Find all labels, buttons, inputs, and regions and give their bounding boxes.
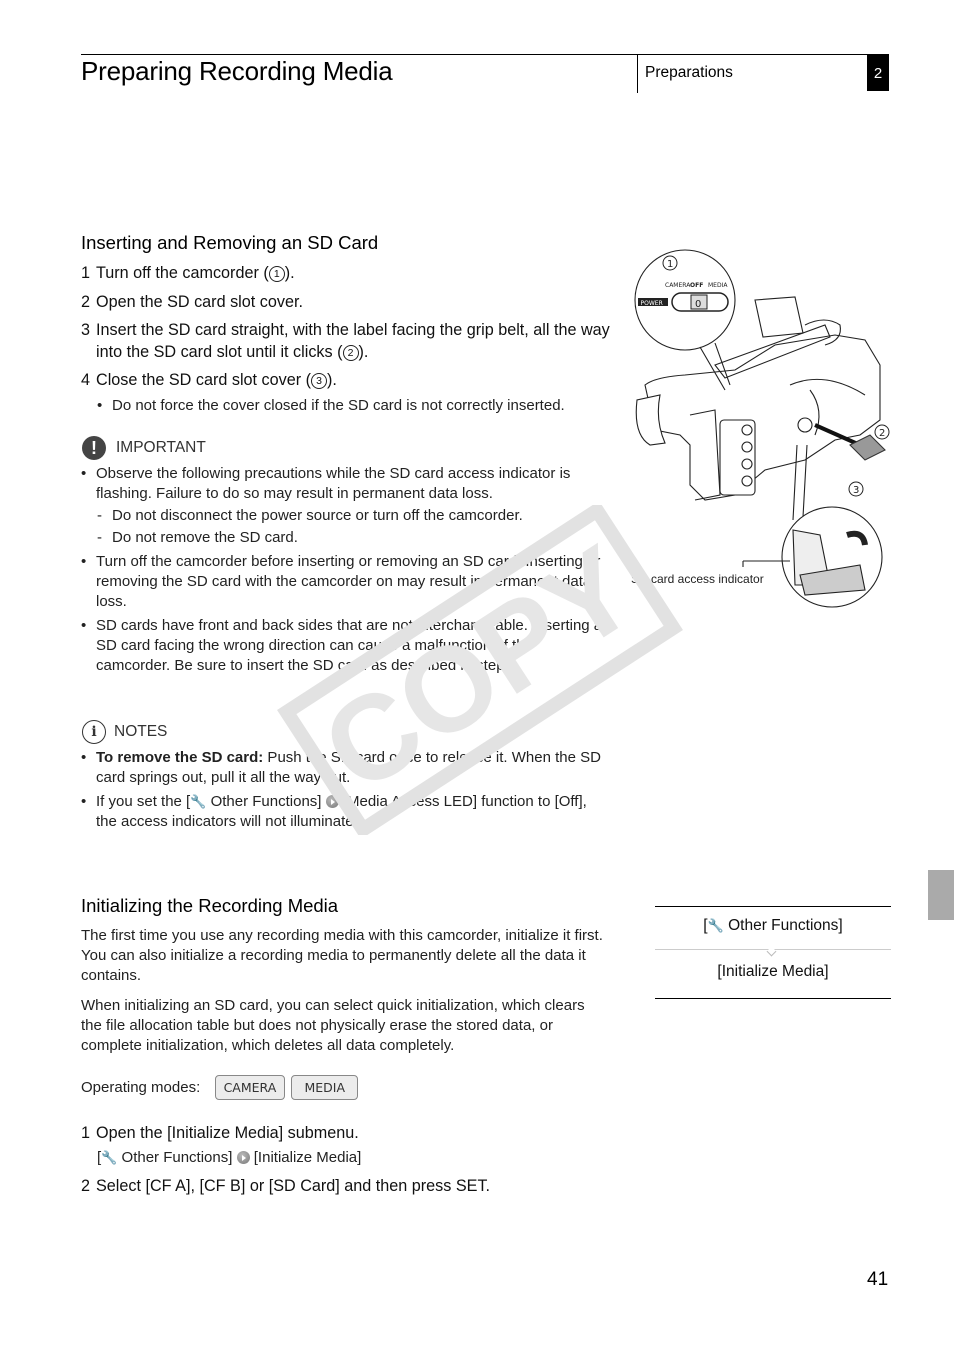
exclamation-icon: ! — [82, 436, 106, 460]
notes-header: i NOTES — [82, 720, 167, 744]
sd-step-3: 3 Insert the SD card straight, with the … — [81, 319, 611, 363]
page-number: 41 — [867, 1269, 889, 1290]
arrow-right-icon — [325, 795, 339, 808]
callout-1: 1 — [667, 259, 673, 270]
step-text-end: ). — [327, 371, 337, 389]
camcorder-illustration: POWER 0 CAMERA OFF MEDIA 1 2 3 — [634, 249, 890, 608]
menu-ref: Other Functions] — [117, 1149, 233, 1166]
callout-2: 2 — [879, 428, 885, 439]
operating-modes: Operating modes: CAMERA MEDIA — [81, 1075, 360, 1100]
step4-notes: Do not force the cover closed if the SD … — [97, 396, 617, 416]
step-text-end: ). — [358, 343, 369, 361]
step-number: 1 — [81, 1124, 91, 1142]
switch-label-off: OFF — [690, 282, 703, 289]
important-item: SD cards have front and back sides that … — [81, 616, 611, 676]
switch-label-media: MEDIA — [708, 282, 728, 289]
header-divider — [637, 55, 638, 93]
init-paragraph-2: When initializing an SD card, you can se… — [81, 997, 585, 1054]
chapter-number-badge: 2 — [867, 55, 889, 91]
note-bold-lead: To remove the SD card: — [96, 749, 264, 766]
callout-ref-1: 1 — [268, 266, 285, 282]
access-indicator-label: SD card access indicator — [631, 572, 764, 586]
step-text: Turn off the camcorder ( — [96, 264, 269, 282]
step-text: Select [CF A], [CF B] or [SD Card] and t… — [96, 1177, 491, 1195]
step-number: 4 — [81, 371, 91, 389]
mode-badge-camera: CAMERA — [214, 1075, 286, 1100]
note-item: To remove the SD card: Push the SD card … — [81, 748, 611, 788]
callout-ref-2: 2 — [342, 345, 359, 361]
init-step-1-path: [🔧 Other Functions] [Initialize Media] — [97, 1148, 361, 1168]
operating-modes-label: Operating modes: — [81, 1079, 201, 1096]
init-step-2: 2 Select [CF A], [CF B] or [SD Card] and… — [81, 1175, 611, 1197]
step-text: Open the SD card slot cover. — [96, 293, 303, 311]
important-label: IMPORTANT — [116, 439, 206, 456]
important-item-text: Observe the following precautions while … — [96, 465, 571, 502]
step-number: 1 — [81, 264, 91, 282]
important-item: Observe the following precautions while … — [81, 464, 611, 504]
mode-badge-media: MEDIA — [291, 1075, 358, 1100]
header-rule — [81, 54, 889, 55]
notes-label: NOTES — [114, 723, 168, 740]
menu-level-1-text: Other Functions] — [723, 917, 843, 934]
notes-list: To remove the SD card: Push the SD card … — [81, 748, 611, 832]
important-list: Observe the following precautions while … — [81, 464, 611, 676]
note-item: If you set the [🔧 Other Functions] [Medi… — [81, 792, 611, 832]
menu-ref: Other Functions] — [206, 793, 322, 810]
init-section-heading: Initializing the Recording Media — [81, 895, 339, 916]
note-text: If you set the [ — [96, 793, 191, 810]
step-number: 3 — [81, 321, 91, 339]
menu-path-level-2: [Initialize Media] — [717, 963, 829, 980]
arrow-right-icon — [236, 1151, 250, 1164]
menu-ref: [Initialize Media] — [249, 1149, 362, 1166]
wrench-icon: 🔧 — [707, 918, 724, 933]
sd-step-4: 4 Close the SD card slot cover (3). — [81, 369, 611, 391]
sd-step-2: 2 Open the SD card slot cover. — [81, 291, 611, 313]
init-paragraph-1: The first time you use any recording med… — [81, 927, 603, 984]
important-subitem: Do not remove the SD card. — [81, 528, 611, 548]
step-text: Close the SD card slot cover ( — [96, 371, 312, 389]
chapter-side-tab — [928, 870, 954, 920]
wrench-icon: 🔧 — [190, 794, 207, 809]
step-text: Open the [Initialize Media] submenu. — [96, 1124, 359, 1142]
power-label: POWER — [641, 300, 663, 307]
switch-label-camera: CAMERA — [665, 282, 691, 289]
switch-position: 0 — [695, 299, 701, 310]
wrench-icon: 🔧 — [101, 1150, 118, 1165]
step-number: 2 — [81, 1177, 91, 1195]
sd-step-1: 1 Turn off the camcorder (1). — [81, 262, 611, 284]
sd-section-heading: Inserting and Removing an SD Card — [81, 232, 379, 253]
step4-note: Do not force the cover closed if the SD … — [97, 396, 617, 416]
important-header: ! IMPORTANT — [82, 436, 206, 460]
info-icon: i — [82, 720, 106, 744]
important-item: Turn off the camcorder before inserting … — [81, 552, 611, 612]
init-step-1: 1 Open the [Initialize Media] submenu. — [81, 1122, 611, 1144]
section-name: Preparations — [645, 64, 733, 81]
page-title: Preparing Recording Media — [81, 56, 393, 86]
important-subitem: Do not disconnect the power source or tu… — [81, 506, 611, 526]
step-number: 2 — [81, 293, 91, 311]
callout-3: 3 — [853, 485, 859, 496]
step-text-end: ). — [284, 264, 295, 282]
menu-path-level-1: [🔧 Other Functions] — [655, 916, 891, 936]
callout-ref-3: 3 — [311, 373, 328, 389]
